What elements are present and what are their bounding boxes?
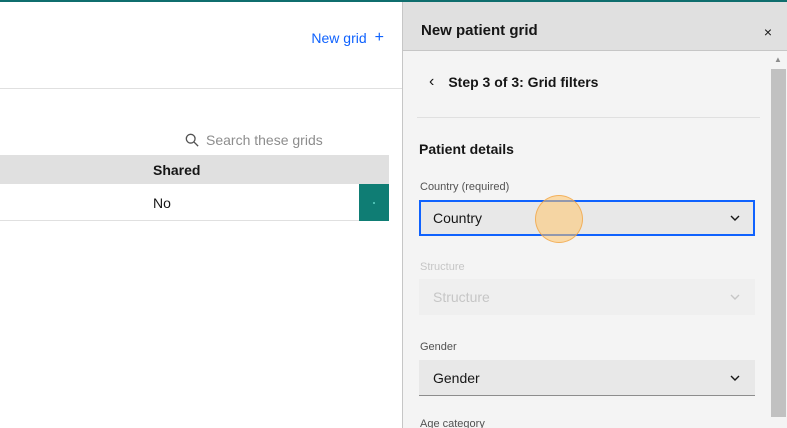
country-label: Country (required): [420, 181, 510, 193]
gender-label: Gender: [420, 341, 457, 353]
panel-title: New patient grid: [421, 22, 538, 39]
grids-page: New grid + Search these grids Shared No: [0, 2, 402, 428]
plus-icon: +: [374, 29, 384, 46]
column-header-shared[interactable]: Shared: [153, 162, 200, 178]
chevron-left-icon: ‹: [429, 73, 435, 90]
scroll-up-arrow-icon[interactable]: ▲: [774, 55, 782, 64]
search-input[interactable]: Search these grids: [177, 125, 387, 155]
gender-select-value: Gender: [433, 369, 480, 386]
structure-select-value: Structure: [433, 288, 490, 305]
row-overflow-menu-button[interactable]: [359, 184, 389, 221]
age-category-label: Age category: [420, 418, 485, 428]
panel-scrollbar[interactable]: ▲: [770, 51, 787, 428]
panel-header: New patient grid ×: [403, 2, 787, 51]
chevron-down-icon: [730, 294, 740, 300]
panel-body: ‹ Step 3 of 3: Grid filters Patient deta…: [403, 51, 771, 428]
overflow-menu-icon: [373, 201, 375, 204]
country-select-value: Country: [433, 210, 483, 226]
country-select[interactable]: Country: [419, 200, 755, 236]
chevron-down-icon: [730, 215, 740, 221]
divider: [417, 117, 760, 118]
new-grid-button[interactable]: New grid +: [311, 29, 384, 47]
table-row[interactable]: No: [0, 184, 389, 221]
section-title: Patient details: [419, 141, 514, 157]
table-header: Shared: [0, 155, 389, 184]
new-patient-grid-panel: New patient grid × ‹ Step 3 of 3: Grid f…: [402, 2, 787, 428]
structure-label: Structure: [420, 261, 465, 273]
close-icon[interactable]: ×: [764, 24, 772, 40]
search-placeholder: Search these grids: [206, 132, 323, 148]
scrollbar-thumb[interactable]: [771, 69, 786, 417]
structure-select: Structure: [419, 279, 755, 315]
chevron-down-icon: [730, 375, 740, 381]
cell-shared: No: [153, 195, 171, 211]
step-label: Step 3 of 3: Grid filters: [448, 74, 599, 90]
step-back-button[interactable]: ‹ Step 3 of 3: Grid filters: [429, 73, 598, 91]
new-grid-label: New grid: [311, 30, 367, 46]
search-icon: [185, 133, 199, 147]
divider: [0, 88, 402, 89]
gender-select[interactable]: Gender: [419, 360, 755, 396]
